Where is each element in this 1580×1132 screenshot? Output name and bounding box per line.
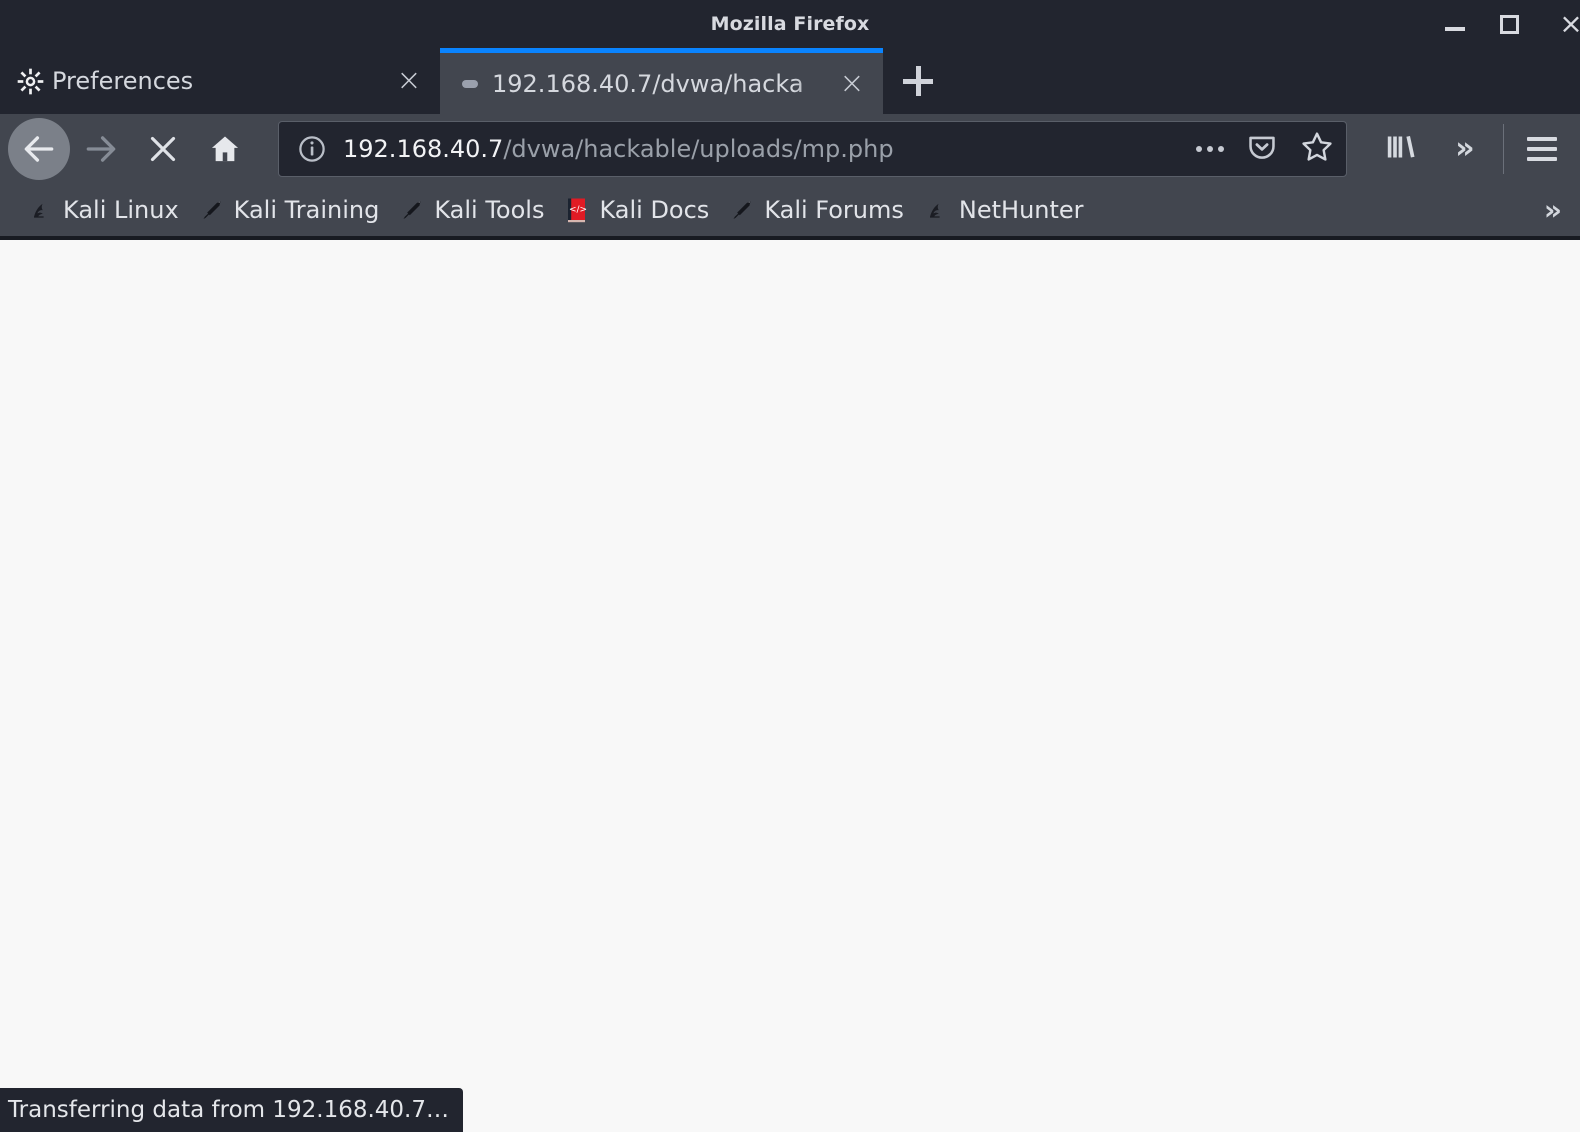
home-button[interactable] — [194, 118, 256, 180]
tab-label: Preferences — [52, 67, 194, 95]
library-books-icon — [1383, 129, 1419, 169]
bookmarks-overflow-button[interactable]: » — [1544, 194, 1562, 227]
kali-dagger-icon — [729, 197, 755, 223]
gear-icon — [16, 67, 44, 95]
bookmark-kali-docs[interactable]: </> Kali Docs — [554, 192, 719, 228]
bookmark-star-icon[interactable] — [1300, 130, 1334, 168]
close-button[interactable]: × — [1550, 10, 1580, 38]
toolbar-overflow-button[interactable]: » — [1433, 118, 1497, 180]
tab-preferences[interactable]: Preferences × — [0, 48, 440, 114]
kali-dragon-icon — [924, 197, 950, 223]
window-controls: × — [1442, 0, 1580, 48]
window-titlebar: Mozilla Firefox × — [0, 0, 1580, 48]
kali-dagger-icon — [399, 197, 425, 223]
arrow-left-icon — [20, 130, 58, 168]
pocket-icon[interactable] — [1246, 131, 1278, 167]
toolbar-separator — [1503, 124, 1504, 174]
bookmark-label: NetHunter — [958, 196, 1084, 224]
url-input[interactable]: 192.168.40.7/dvwa/hackable/uploads/mp.ph… — [343, 135, 1182, 163]
info-circle-icon[interactable] — [297, 134, 327, 164]
app-menu-button[interactable] — [1510, 118, 1574, 180]
arrow-right-icon — [82, 130, 120, 168]
bookmark-kali-forums[interactable]: Kali Forums — [719, 192, 914, 228]
plus-icon — [903, 66, 933, 96]
url-bar-actions — [1182, 130, 1334, 168]
minimize-icon — [1445, 27, 1465, 31]
new-tab-button[interactable] — [883, 48, 953, 114]
window-title: Mozilla Firefox — [710, 13, 870, 35]
tab-close-button[interactable]: × — [392, 64, 426, 98]
bookmark-kali-tools[interactable]: Kali Tools — [389, 192, 554, 228]
maximize-icon — [1499, 14, 1519, 34]
firefox-window: Mozilla Firefox × Preferences × 192.168.… — [0, 0, 1580, 1132]
loading-spinner-icon — [456, 70, 484, 98]
kali-dagger-icon — [199, 197, 225, 223]
tab-close-button[interactable]: × — [835, 67, 869, 101]
bookmarks-bar: Kali Linux Kali Training Kali Tools </> … — [0, 184, 1580, 240]
forward-button[interactable] — [70, 118, 132, 180]
maximize-button[interactable] — [1496, 11, 1522, 37]
bookmark-label: Kali Forums — [764, 196, 904, 224]
bookmark-label: Kali Linux — [63, 196, 179, 224]
tab-dvwa-upload[interactable]: 192.168.40.7/dvwa/hacka × — [440, 48, 883, 114]
minimize-button[interactable] — [1442, 11, 1468, 37]
close-icon: × — [1559, 7, 1580, 40]
page-content: Transferring data from 192.168.40.7… — [0, 240, 1580, 1132]
back-button[interactable] — [8, 118, 70, 180]
home-icon — [208, 132, 242, 166]
bookmark-label: Kali Docs — [599, 196, 710, 224]
kali-dragon-icon — [28, 197, 54, 223]
tab-label: 192.168.40.7/dvwa/hacka — [492, 69, 804, 98]
url-bar[interactable]: 192.168.40.7/dvwa/hackable/uploads/mp.ph… — [278, 121, 1347, 177]
navigation-toolbar: 192.168.40.7/dvwa/hackable/uploads/mp.ph… — [0, 114, 1580, 184]
kali-book-icon: </> — [564, 197, 590, 223]
page-actions-icon[interactable] — [1196, 146, 1224, 152]
toolbar-right-actions: » — [1369, 118, 1574, 180]
status-bar: Transferring data from 192.168.40.7… — [0, 1088, 463, 1132]
status-bar-text: Transferring data from 192.168.40.7… — [8, 1097, 449, 1123]
svg-text:</>: </> — [569, 205, 587, 215]
url-host: 192.168.40.7 — [343, 135, 504, 163]
bookmark-label: Kali Tools — [434, 196, 545, 224]
stop-x-icon — [145, 131, 181, 167]
url-path: /dvwa/hackable/uploads/mp.php — [503, 135, 894, 163]
library-button[interactable] — [1369, 118, 1433, 180]
tab-bar: Preferences × 192.168.40.7/dvwa/hacka × — [0, 48, 1580, 114]
stop-button[interactable] — [132, 118, 194, 180]
bookmark-kali-linux[interactable]: Kali Linux — [18, 192, 189, 228]
bookmark-nethunter[interactable]: NetHunter — [914, 192, 1094, 228]
hamburger-menu-icon — [1527, 131, 1557, 167]
chevron-double-right-icon: » — [1455, 131, 1475, 166]
bookmark-label: Kali Training — [233, 196, 380, 224]
bookmark-kali-training[interactable]: Kali Training — [189, 192, 390, 228]
